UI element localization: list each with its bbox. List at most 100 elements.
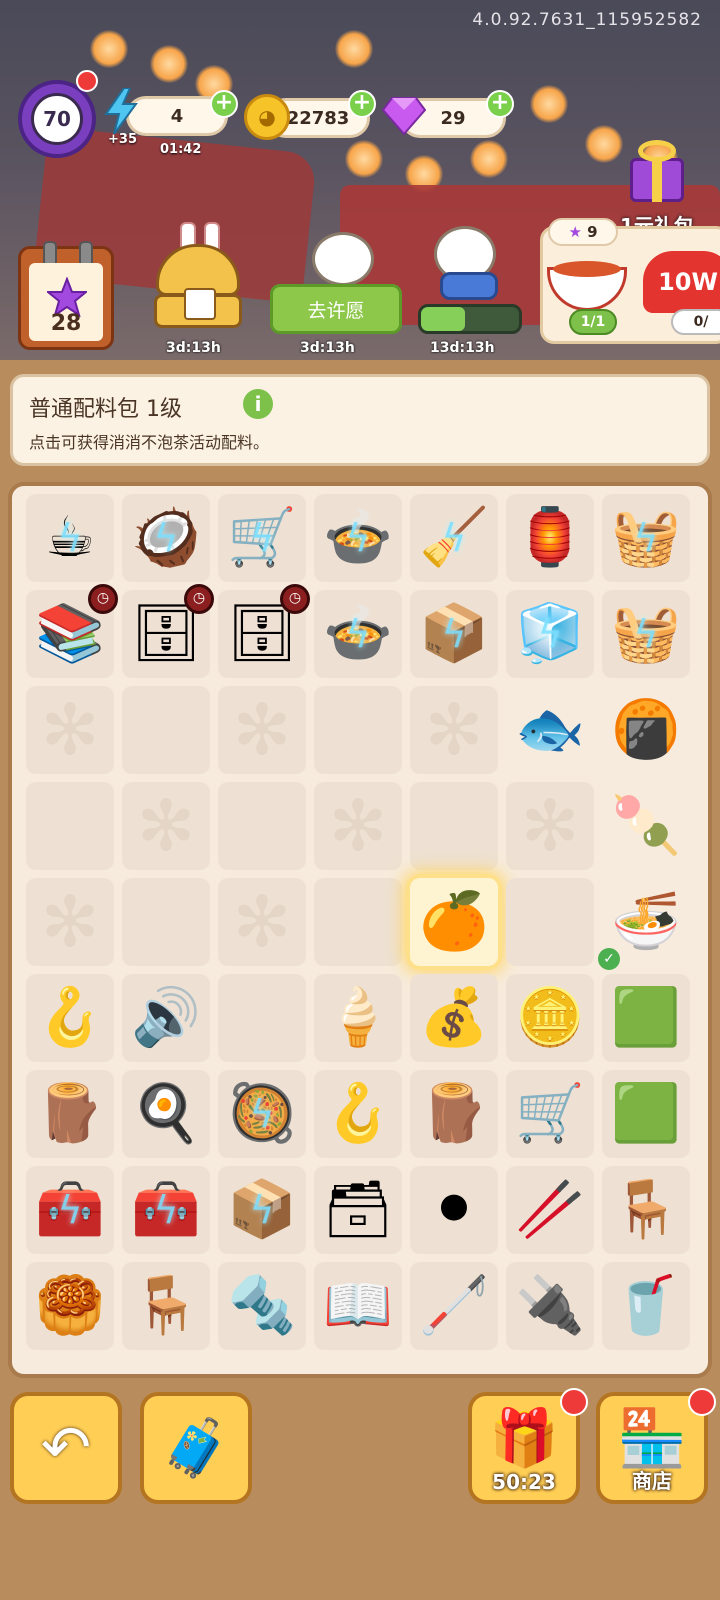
- add-energy-button[interactable]: +: [210, 90, 238, 118]
- item-title: 普通配料包 1级: [29, 397, 182, 422]
- notification-dot: [560, 1388, 588, 1416]
- board-item-frying-pan[interactable]: 🥘 ϟ: [218, 1070, 306, 1158]
- lightning-icon: [104, 88, 138, 134]
- board-empty-locked[interactable]: ✻: [506, 782, 594, 870]
- energy-value: 4: [170, 105, 184, 127]
- board-item-planter[interactable]: 🧰 ϟ: [122, 1166, 210, 1254]
- board-item-oven-stall[interactable]: 🏮: [506, 494, 594, 582]
- board-item-cushion[interactable]: 🟩: [602, 1070, 690, 1158]
- board-item-juicer[interactable]: 🥥 ϟ: [122, 494, 210, 582]
- storage-box-button[interactable]: 🧳: [140, 1392, 252, 1504]
- board-item-hand-truck[interactable]: 🛒: [506, 1070, 594, 1158]
- board-item-wooden-frame[interactable]: 🗃: [314, 1166, 402, 1254]
- board-empty[interactable]: [122, 686, 210, 774]
- board-item-coin[interactable]: 🪙: [506, 974, 594, 1062]
- board-item-screw[interactable]: 🔩: [218, 1262, 306, 1350]
- board-empty-locked[interactable]: ✻: [410, 686, 498, 774]
- board-item-orange-selected[interactable]: 🍊: [410, 878, 498, 966]
- board-empty[interactable]: [410, 782, 498, 870]
- board-item-cushion-stack[interactable]: 🟩: [602, 974, 690, 1062]
- board-item-magazine[interactable]: 📖: [314, 1262, 402, 1350]
- board-item-coin-stack[interactable]: 💰: [410, 974, 498, 1062]
- back-button[interactable]: ↶: [10, 1392, 122, 1504]
- clock-icon: ◷: [280, 584, 310, 614]
- gift-star-count: ★ 9: [548, 218, 618, 246]
- board-item-pan[interactable]: 🍳: [122, 1070, 210, 1158]
- singer-owl-event[interactable]: [424, 226, 510, 302]
- board-empty-locked[interactable]: ✻: [26, 878, 114, 966]
- board-item-ice-cream[interactable]: 🍦: [314, 974, 402, 1062]
- energy-bonus: +35: [108, 132, 137, 147]
- board-item-takoyaki[interactable]: 🍡: [602, 782, 690, 870]
- noodle-bowl-icon: [547, 255, 627, 313]
- info-icon[interactable]: i: [243, 389, 273, 419]
- board-item-shelf-cart[interactable]: 🧺 ϟ: [602, 590, 690, 678]
- gem-icon: [382, 97, 426, 136]
- board-item-bookshelf[interactable]: 🗄 ◷: [218, 584, 310, 678]
- board-empty[interactable]: [314, 686, 402, 774]
- board-item-speakers[interactable]: 🔊: [122, 974, 210, 1062]
- board-item-pot[interactable]: 🍲 ϟ: [314, 590, 402, 678]
- board-item-oven[interactable]: 📦 ϟ: [410, 590, 498, 678]
- add-gems-button[interactable]: +: [486, 90, 514, 118]
- board-item-bookshelf[interactable]: 🗄 ◷: [122, 584, 214, 678]
- board-item-coat-hooks[interactable]: 🪝: [314, 1070, 402, 1158]
- coin-value: 22783: [286, 107, 350, 129]
- board-item-grabber[interactable]: 🦯: [410, 1262, 498, 1350]
- board-item-wood-log[interactable]: 🪵: [410, 1070, 498, 1158]
- add-coins-button[interactable]: +: [348, 90, 376, 118]
- board-item-cola-cup[interactable]: 🥤: [602, 1262, 690, 1350]
- item-info-panel: 普通配料包 1级 i 点击可获得消消不泡茶活动配料。: [10, 374, 710, 466]
- board-item-fence[interactable]: 🪵: [26, 1070, 114, 1158]
- board-empty-locked[interactable]: ✻: [314, 782, 402, 870]
- board-item-mooncakes[interactable]: 🥮: [26, 1262, 114, 1350]
- event2-timer: 3d:13h: [300, 340, 355, 356]
- check-icon: ✓: [598, 948, 620, 970]
- make-wish-button[interactable]: 去许愿: [270, 284, 402, 334]
- event1-timer: 3d:13h: [166, 340, 221, 356]
- board-empty[interactable]: [26, 782, 114, 870]
- board-item-coffee-grinder[interactable]: ☕ ϟ: [26, 494, 114, 582]
- board-item-noodle-bowl[interactable]: 🍜 ✓: [598, 878, 690, 970]
- board-item-planter[interactable]: 🧰 ϟ: [26, 1166, 114, 1254]
- gem-value: 29: [440, 107, 466, 129]
- board-item-hook[interactable]: 🪝: [26, 974, 114, 1062]
- clock-icon: ◷: [184, 584, 214, 614]
- gift-box-icon[interactable]: [624, 136, 690, 206]
- gift-item2-label: 10W: [643, 251, 720, 313]
- board-empty-locked[interactable]: ✻: [218, 878, 306, 966]
- board-item-wall-plate[interactable]: 🔌: [506, 1262, 594, 1350]
- gift-icon: 🎁: [489, 1406, 559, 1471]
- item-description: 点击可获得消消不泡茶活动配料。: [29, 433, 270, 452]
- board-empty[interactable]: [122, 878, 210, 966]
- board-item-shelf-cart[interactable]: 🧺 ϟ: [602, 494, 690, 582]
- board-empty[interactable]: [506, 878, 594, 966]
- board-item-wheel[interactable]: ⚫: [410, 1166, 498, 1254]
- progress-fill: [421, 307, 466, 331]
- event-bunny-machine[interactable]: [150, 222, 246, 332]
- board-item-pot[interactable]: 🍲 ϟ: [314, 494, 402, 582]
- notification-dot: [76, 70, 98, 92]
- board-item-takoyaki-plate[interactable]: 🍘: [602, 686, 690, 774]
- board-item-bookshelf[interactable]: 📚 ◷: [26, 584, 118, 678]
- event3-timer: 13d:13h: [430, 340, 495, 356]
- board-item-ice-shelf[interactable]: 🧊 ϟ: [506, 590, 594, 678]
- coin-icon: ◕: [244, 94, 290, 140]
- board-item-tongs[interactable]: 🥢: [506, 1166, 594, 1254]
- version-label: 4.0.92.7631_115952582: [472, 10, 702, 30]
- board-item-taiyaki[interactable]: 🐟: [506, 686, 594, 774]
- gift-item1-count: 1/1: [569, 309, 617, 335]
- board-item-chair[interactable]: 🪑: [602, 1166, 690, 1254]
- board-item-planter-wood[interactable]: 📦 ϟ: [218, 1166, 306, 1254]
- owl-character: [312, 232, 374, 286]
- board-empty-locked[interactable]: ✻: [122, 782, 210, 870]
- daily-calendar[interactable]: 28: [18, 241, 114, 350]
- board-empty[interactable]: [218, 782, 306, 870]
- board-empty[interactable]: [218, 974, 306, 1062]
- board-empty[interactable]: [314, 878, 402, 966]
- board-empty-locked[interactable]: ✻: [26, 686, 114, 774]
- board-item-floor-cleaner[interactable]: 🧹 ϟ: [410, 494, 498, 582]
- board-empty-locked[interactable]: ✻: [218, 686, 306, 774]
- board-item-metal-chair[interactable]: 🪑: [122, 1262, 210, 1350]
- board-item-cart-machine[interactable]: 🛒 ϟ: [218, 494, 306, 582]
